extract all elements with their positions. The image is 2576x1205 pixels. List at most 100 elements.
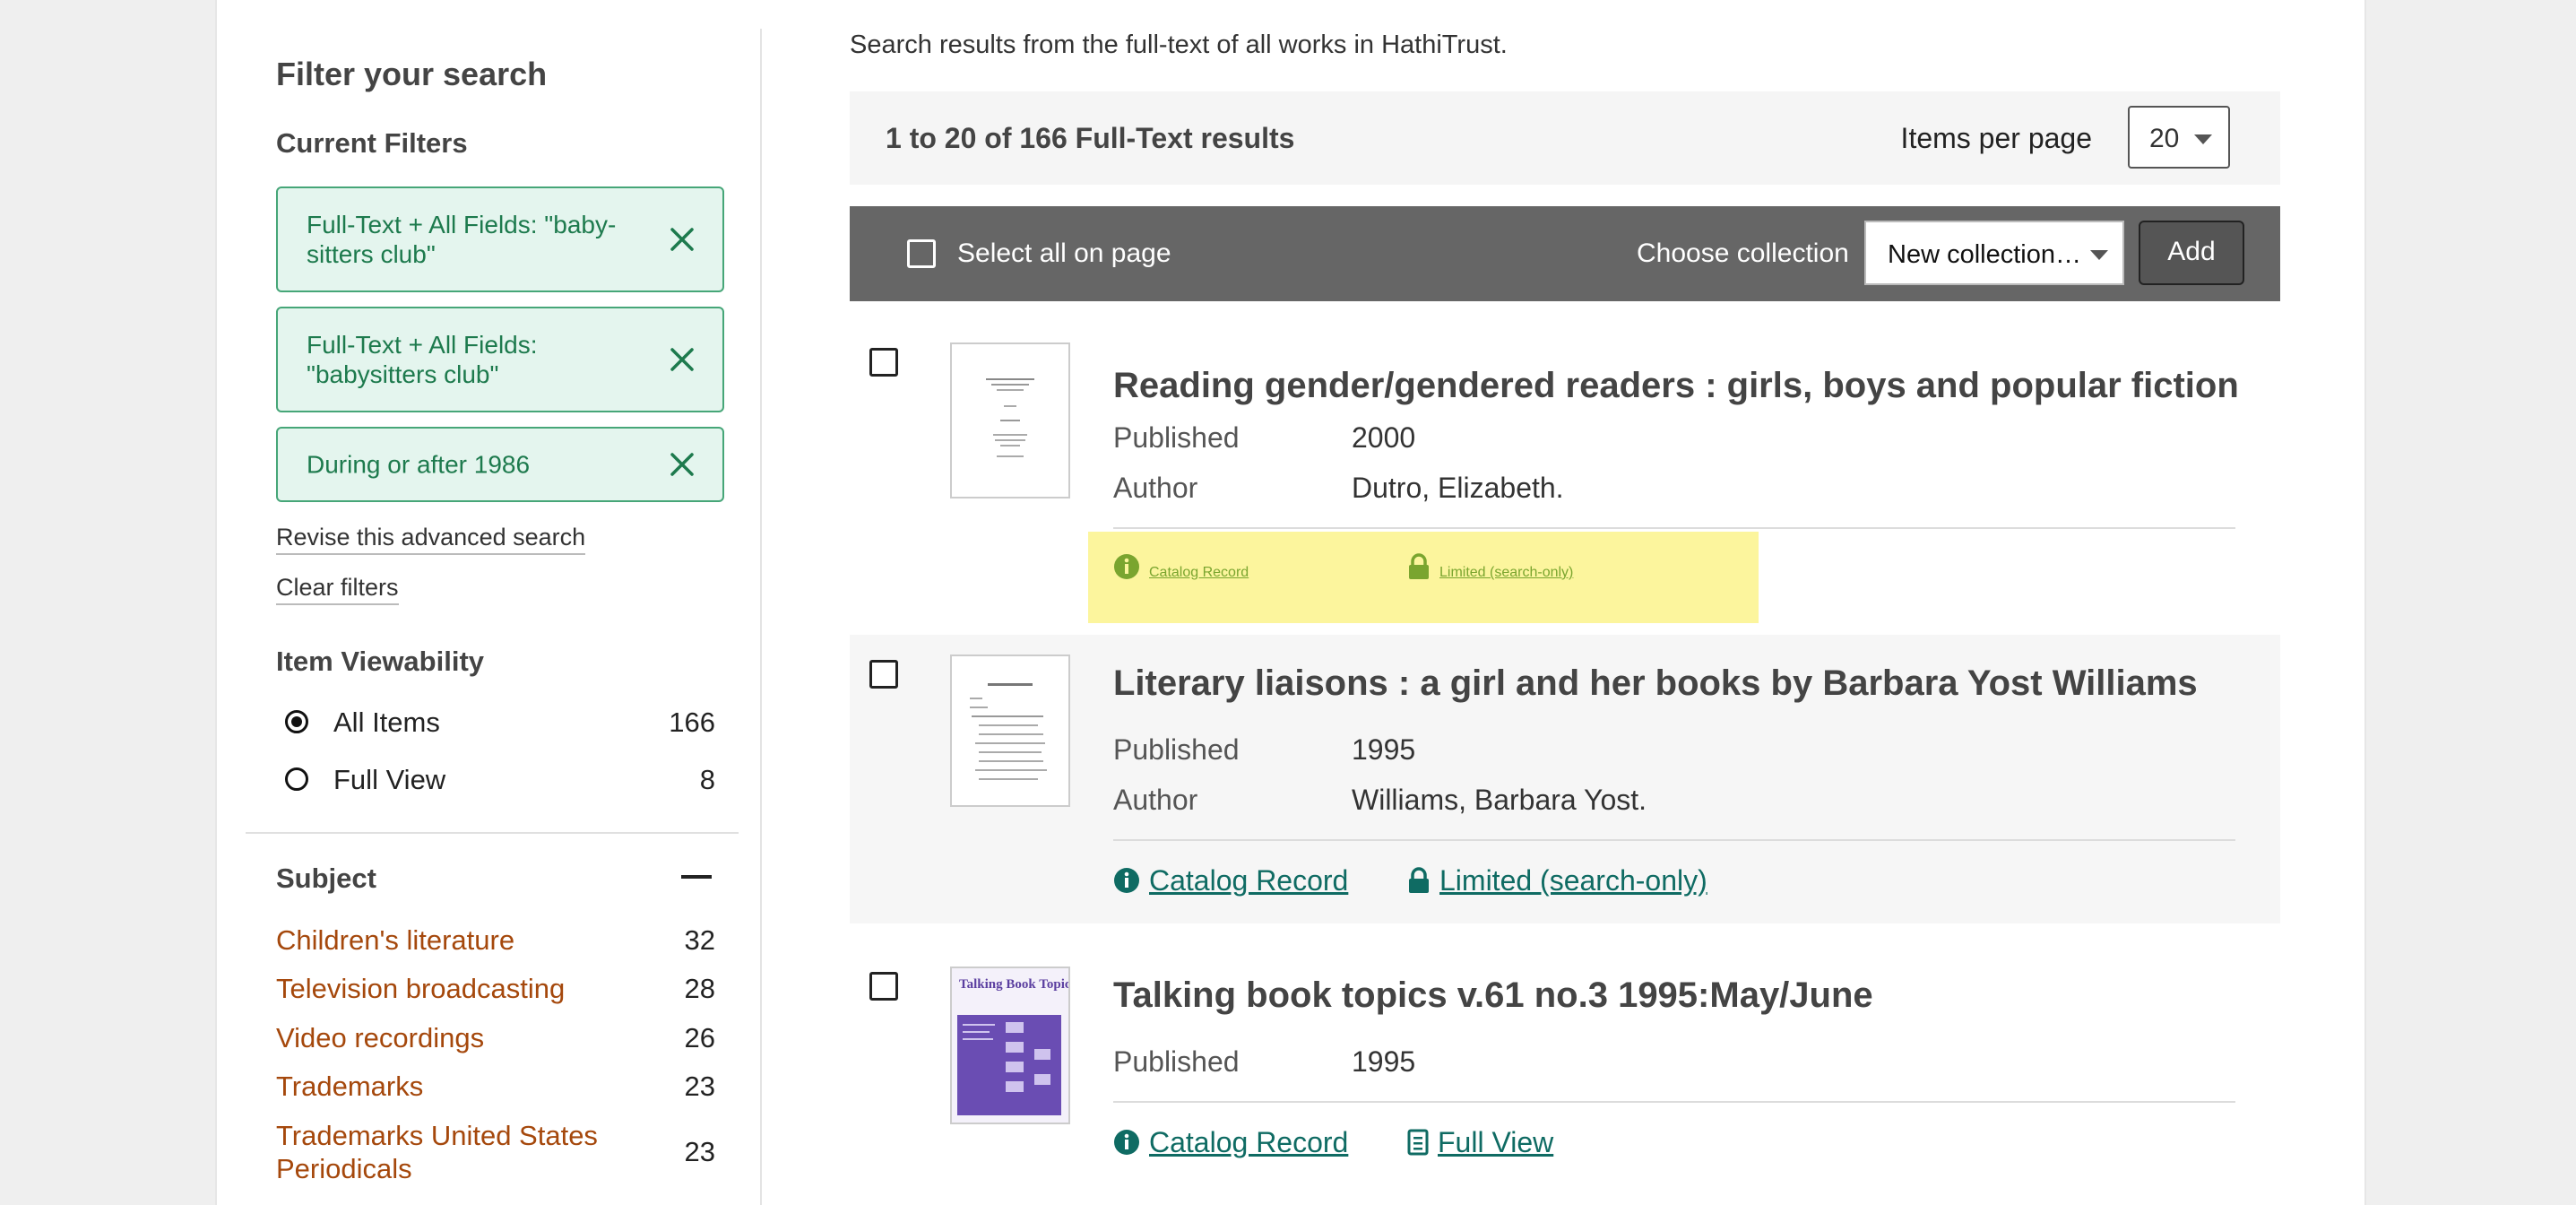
filter-chip[interactable]: Full-Text + All Fields: "babysitters clu… <box>276 307 724 412</box>
filter-sidebar: Filter your search Current Filters Full-… <box>217 0 762 1205</box>
viewability-label: All Items <box>333 707 440 738</box>
close-icon[interactable] <box>669 451 696 478</box>
sidebar-divider <box>760 29 762 1205</box>
book-thumbnail[interactable]: Talking Book Topics <box>950 967 1070 1124</box>
published-value: 1995 <box>1352 1045 1416 1078</box>
chevron-down-icon <box>2194 134 2212 144</box>
select-all-checkbox[interactable] <box>907 239 936 268</box>
search-intro: Search results from the full-text of all… <box>850 30 1508 59</box>
published-label: Published <box>1113 1045 1240 1078</box>
catalog-record-label: Catalog Record <box>1149 565 1249 580</box>
subject-link[interactable]: Trademarks <box>276 1070 635 1103</box>
viewability-label: Full View <box>333 764 446 795</box>
catalog-record-link[interactable]: Catalog Record <box>1113 864 1348 901</box>
page-container: Filter your search Current Filters Full-… <box>215 0 2366 1205</box>
close-icon[interactable] <box>669 226 696 253</box>
author-value: Dutro, Elizabeth. <box>1352 472 1564 504</box>
close-icon[interactable] <box>669 346 696 373</box>
lock-icon <box>1407 867 1431 901</box>
subject-facet-item[interactable]: Video recordings 26 <box>276 1021 715 1054</box>
cover-title: Talking Book Topics <box>959 977 1068 992</box>
chevron-down-icon <box>2090 250 2108 260</box>
items-per-page-value: 20 <box>2149 124 2180 153</box>
current-filters-heading: Current Filters <box>276 127 468 159</box>
items-per-page-label: Items per page <box>1900 122 2092 154</box>
divider <box>246 832 739 834</box>
published-label: Published <box>1113 421 1240 454</box>
subject-count: 32 <box>684 923 715 956</box>
catalog-record-link[interactable]: Catalog Record <box>1113 1126 1348 1163</box>
access-label: Limited (search-only) <box>1439 565 1574 580</box>
filter-chip-label: During or after 1986 <box>307 450 531 479</box>
result-title[interactable]: Literary liaisons : a girl and her books… <box>1113 663 2198 704</box>
filter-heading: Filter your search <box>276 56 548 92</box>
results-main: Search results from the full-text of all… <box>850 0 2284 1205</box>
lock-icon <box>1407 553 1431 585</box>
subject-link[interactable]: Trademarks United States Periodicals <box>276 1119 644 1185</box>
book-thumbnail[interactable] <box>950 655 1070 807</box>
result-title[interactable]: Talking book topics v.61 no.3 1995:May/J… <box>1113 975 1873 1016</box>
add-to-collection-button[interactable]: Add <box>2139 221 2244 285</box>
subject-count: 28 <box>684 972 715 1004</box>
result-title[interactable]: Reading gender/gendered readers : girls,… <box>1113 366 2239 406</box>
subject-facet-item[interactable]: Television broadcasting 28 <box>276 972 715 1005</box>
viewability-option-all-items[interactable]: All Items 166 <box>276 703 715 744</box>
result-checkbox[interactable] <box>869 972 898 1001</box>
viewability-count: 8 <box>699 764 715 795</box>
access-label: Limited (search-only) <box>1439 864 1707 897</box>
document-icon <box>1407 1129 1429 1163</box>
published-value: 2000 <box>1352 421 1416 454</box>
divider <box>1113 839 2235 841</box>
author-label: Author <box>1113 784 1198 816</box>
subject-link[interactable]: Television broadcasting <box>276 972 635 1005</box>
subject-link[interactable]: Video recordings <box>276 1021 635 1054</box>
result-checkbox[interactable] <box>869 348 898 377</box>
subject-count: 26 <box>684 1021 715 1053</box>
result-checkbox[interactable] <box>869 660 898 689</box>
select-all-label[interactable]: Select all on page <box>957 238 1171 269</box>
book-thumbnail[interactable] <box>950 342 1070 498</box>
filter-chip[interactable]: During or after 1986 <box>276 427 724 502</box>
subject-facet-item[interactable]: Children's literature 32 <box>276 923 715 957</box>
collection-action-bar: Select all on page Choose collection New… <box>850 206 2280 301</box>
info-icon <box>1113 1129 1140 1163</box>
info-icon <box>1113 553 1140 585</box>
result-links-highlight: Catalog Record Limited (search-only) <box>1088 532 1759 623</box>
results-toolbar: 1 to 20 of 166 Full-Text results Items p… <box>850 91 2280 185</box>
limited-access-link[interactable]: Limited (search-only) <box>1407 553 1573 585</box>
viewability-heading: Item Viewability <box>276 646 485 677</box>
subject-facet-item[interactable]: Trademarks 23 <box>276 1070 715 1103</box>
minus-icon[interactable] <box>681 875 712 879</box>
filter-chip[interactable]: Full-Text + All Fields: "baby-sitters cl… <box>276 186 724 292</box>
full-view-link[interactable]: Full View <box>1407 1126 1553 1163</box>
access-label: Full View <box>1438 1126 1554 1158</box>
filter-chip-label: Full-Text + All Fields: "babysitters clu… <box>307 331 538 388</box>
clear-filters-link[interactable]: Clear filters <box>276 574 399 605</box>
filter-chip-label: Full-Text + All Fields: "baby-sitters cl… <box>307 211 617 268</box>
collection-select[interactable]: New collection… <box>1864 221 2124 285</box>
subject-link[interactable]: Children's literature <box>276 923 635 957</box>
items-per-page-select[interactable]: 20 <box>2128 106 2230 169</box>
subject-facet-item[interactable]: Trademarks United States Periodicals 23 <box>276 1119 715 1185</box>
radio-button[interactable] <box>285 767 308 791</box>
choose-collection-label: Choose collection <box>1637 238 1849 268</box>
catalog-record-link[interactable]: Catalog Record <box>1113 553 1249 585</box>
viewability-option-full-view[interactable]: Full View 8 <box>276 760 715 802</box>
collection-select-value: New collection… <box>1888 240 2081 269</box>
author-value: Williams, Barbara Yost. <box>1352 784 1647 816</box>
subject-heading[interactable]: Subject <box>276 863 376 895</box>
published-label: Published <box>1113 733 1240 766</box>
limited-access-link[interactable]: Limited (search-only) <box>1407 864 1707 901</box>
subject-count: 23 <box>684 1070 715 1102</box>
subject-count: 23 <box>684 1136 715 1167</box>
author-label: Author <box>1113 472 1198 504</box>
info-icon <box>1113 867 1140 901</box>
radio-button[interactable] <box>285 710 308 733</box>
catalog-record-label: Catalog Record <box>1149 1126 1349 1158</box>
catalog-record-label: Catalog Record <box>1149 864 1349 897</box>
result-item: Literary liaisons : a girl and her books… <box>850 635 2280 923</box>
published-value: 1995 <box>1352 733 1416 766</box>
divider <box>1113 1101 2235 1103</box>
result-item: Talking Book Topics Talking book topics … <box>850 947 2280 1205</box>
revise-search-link[interactable]: Revise this advanced search <box>276 524 586 555</box>
